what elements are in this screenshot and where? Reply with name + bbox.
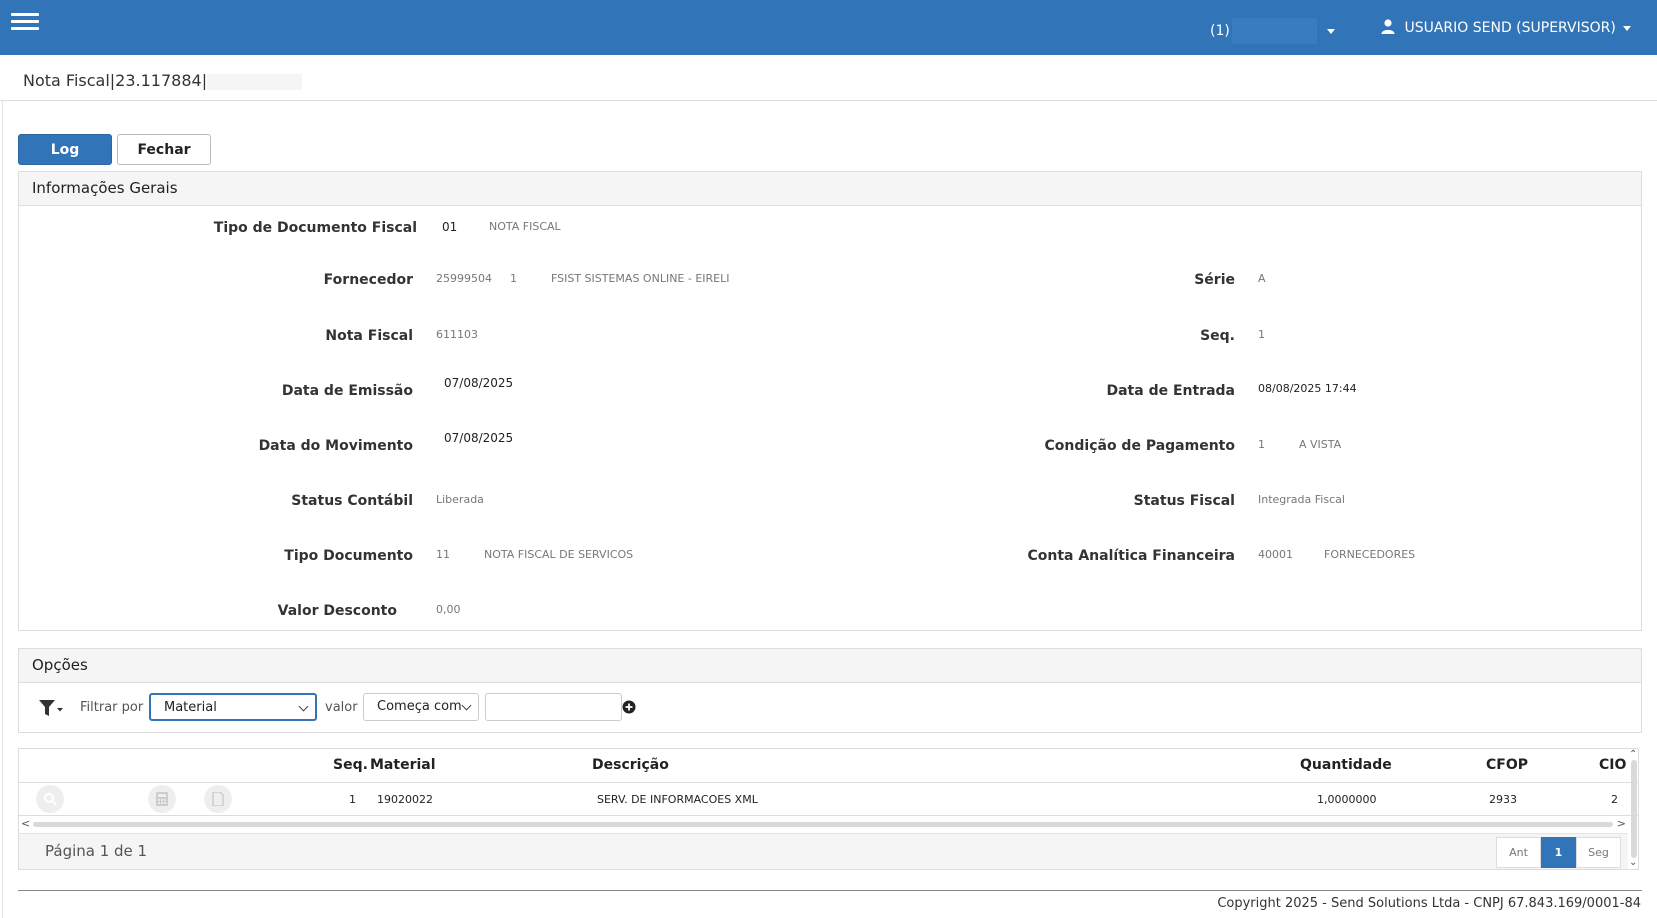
col-header-seq[interactable]: Seq.: [333, 757, 368, 773]
condicao-pagamento-desc: A VISTA: [1299, 438, 1342, 451]
title-divider: [0, 100, 1657, 101]
data-emissao-label: Data de Emissão: [281, 383, 413, 399]
title-redacted: [207, 73, 303, 90]
filter-by-label: Filtrar por: [80, 700, 144, 715]
operator-value: Começa com: [377, 699, 462, 714]
data-emissao-value: 07/08/2025: [444, 376, 514, 390]
valor-desconto-value: 0,00: [436, 603, 461, 616]
filter-icon[interactable]: [38, 698, 64, 718]
cell-cfop: 2933: [1489, 793, 1517, 806]
status-fiscal-value: Integrada Fiscal: [1258, 493, 1345, 506]
nota-fiscal-label: Nota Fiscal: [325, 328, 413, 344]
document-icon[interactable]: [204, 785, 232, 813]
seq-label: Seq.: [1200, 328, 1235, 344]
user-label: USUARIO SEND (SUPERVISOR): [1404, 20, 1616, 36]
serie-label: Série: [1194, 272, 1235, 288]
filter-value-input[interactable]: [485, 693, 622, 721]
search-row-icon[interactable]: [36, 785, 64, 813]
pager-bar: [19, 833, 1628, 869]
general-info-heading: Informações Gerais: [19, 172, 1641, 206]
footer-divider: [18, 890, 1642, 891]
left-border: [2, 100, 3, 918]
add-filter-icon[interactable]: [622, 700, 636, 714]
cell-cio: 2: [1611, 793, 1618, 806]
scroll-down-icon[interactable]: ⌄: [1629, 858, 1637, 868]
fornecedor-seq: 1: [510, 272, 517, 285]
fechar-button[interactable]: Fechar: [117, 134, 211, 165]
value-label: valor: [325, 700, 358, 715]
filter-field-value: Material: [164, 700, 217, 715]
hamburger-menu-icon[interactable]: [11, 13, 39, 35]
filter-field-select[interactable]: Material: [149, 693, 317, 721]
general-info-panel: Informações Gerais: [18, 171, 1642, 631]
status-contabil-value: Liberada: [436, 493, 484, 506]
tipo-documento-code: 11: [436, 548, 450, 561]
copyright-text: Copyright 2025 - Send Solutions Ltda - C…: [1217, 896, 1641, 911]
horizontal-scrollbar[interactable]: < >: [19, 818, 1628, 830]
col-header-material[interactable]: Material: [370, 757, 436, 773]
page-title-text: Nota Fiscal|23.117884|: [23, 71, 208, 90]
data-movimento-value: 07/08/2025: [444, 431, 514, 445]
conta-analitica-code: 40001: [1258, 548, 1293, 561]
tipo-documento-label: Tipo Documento: [284, 548, 413, 564]
chevron-down-icon: [461, 700, 472, 711]
scroll-up-icon[interactable]: ⌃: [1629, 750, 1637, 760]
data-entrada-value: 08/08/2025 17:44: [1258, 382, 1357, 395]
tipo-doc-fiscal-code: 01: [442, 220, 458, 234]
cell-seq: 1: [349, 793, 356, 806]
cell-descricao: SERV. DE INFORMACOES XML: [597, 793, 758, 806]
fornecedor-code: 25999504: [436, 272, 492, 285]
status-contabil-label: Status Contábil: [291, 493, 413, 509]
user-menu[interactable]: USUARIO SEND (SUPERVISOR): [1380, 18, 1631, 36]
company-prefix: (1): [1210, 23, 1230, 39]
cell-material: 19020022: [377, 793, 433, 806]
company-selector[interactable]: (1): [1210, 18, 1335, 44]
tipo-documento-desc: NOTA FISCAL DE SERVICOS: [484, 548, 634, 561]
tipo-doc-fiscal-label: Tipo de Documento Fiscal: [213, 220, 417, 236]
grid-row-divider: [19, 815, 1638, 816]
tipo-doc-fiscal-desc: NOTA FISCAL: [489, 220, 561, 233]
company-name-redacted: [1231, 18, 1317, 44]
chevron-down-icon: [1326, 28, 1335, 34]
fornecedor-name: FSIST SISTEMAS ONLINE - EIRELI: [551, 272, 730, 285]
valor-desconto-label: Valor Desconto: [277, 603, 397, 619]
top-navbar: (1) USUARIO SEND (SUPERVISOR): [0, 0, 1657, 55]
prev-page-button[interactable]: Ant: [1496, 837, 1541, 868]
vertical-scroll-thumb[interactable]: [1631, 760, 1637, 858]
scroll-right-icon[interactable]: >: [1617, 818, 1626, 830]
chevron-down-icon: [298, 701, 309, 712]
seq-value: 1: [1258, 328, 1265, 341]
chevron-down-icon: [1622, 25, 1631, 31]
fornecedor-label: Fornecedor: [323, 272, 413, 288]
conta-analitica-desc: FORNECEDORES: [1324, 548, 1416, 561]
options-heading: Opções: [19, 649, 1641, 683]
cell-quantidade: 1,0000000: [1317, 793, 1377, 806]
page-title: Nota Fiscal|23.117884|: [23, 71, 303, 90]
grid-header-divider: [19, 782, 1638, 783]
col-header-cfop[interactable]: CFOP: [1486, 757, 1528, 773]
conta-analitica-label: Conta Analítica Financeira: [1027, 548, 1235, 564]
condicao-pagamento-code: 1: [1258, 438, 1265, 451]
col-header-cio[interactable]: CIO: [1599, 757, 1626, 773]
user-icon: [1381, 19, 1395, 34]
page-info: Página 1 de 1: [45, 842, 148, 860]
status-fiscal-label: Status Fiscal: [1133, 493, 1235, 509]
next-page-button[interactable]: Seg: [1576, 837, 1621, 868]
horizontal-scroll-thumb[interactable]: [33, 822, 1613, 827]
nota-fiscal-value: 611103: [436, 328, 478, 341]
col-header-descricao[interactable]: Descrição: [592, 757, 669, 773]
log-button[interactable]: Log: [18, 134, 112, 165]
operator-select[interactable]: Começa com: [363, 693, 479, 721]
page-1-button[interactable]: 1: [1541, 837, 1576, 868]
scroll-left-icon[interactable]: <: [21, 818, 30, 830]
col-header-quantidade[interactable]: Quantidade: [1300, 757, 1392, 773]
condicao-pagamento-label: Condição de Pagamento: [1044, 438, 1235, 454]
vertical-scrollbar[interactable]: ⌃ ⌄: [1628, 748, 1639, 870]
calculator-icon[interactable]: [148, 785, 176, 813]
serie-value: A: [1258, 272, 1266, 285]
data-movimento-label: Data do Movimento: [258, 438, 413, 454]
data-entrada-label: Data de Entrada: [1106, 383, 1235, 399]
